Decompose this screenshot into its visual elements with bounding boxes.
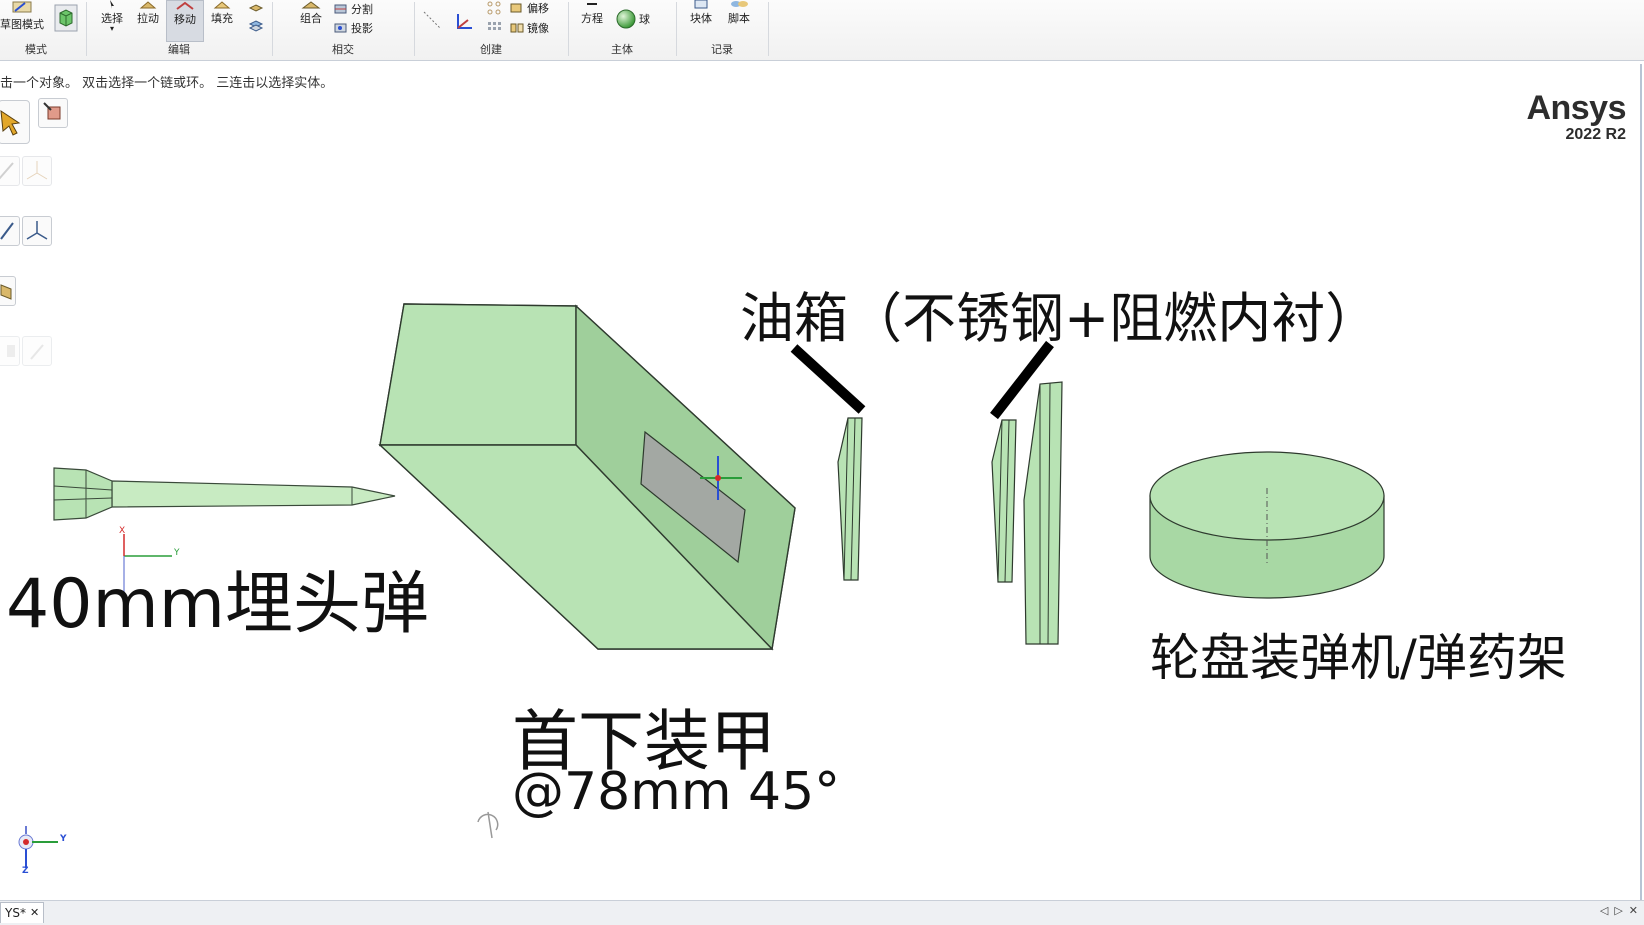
fill-label: 填充 <box>211 12 233 25</box>
equation-icon <box>587 3 597 5</box>
autoloader-label: 轮盘装弹机/弹药架 <box>1150 629 1567 687</box>
split-label: 分割 <box>351 3 373 16</box>
offset-icon <box>510 3 522 13</box>
close-tab-icon[interactable]: ✕ <box>30 903 39 923</box>
projectile-label: 40mm埋头弹 <box>6 565 430 644</box>
fuel-tank-plate-2[interactable] <box>991 419 1017 583</box>
fill-icon <box>213 1 231 9</box>
group-divider <box>86 2 87 56</box>
project-button[interactable]: 投影 <box>334 20 373 36</box>
sketch-mode-button[interactable]: 草图模式 <box>0 0 44 36</box>
ribbon-toolbar: 草图模式 模式 选择 ▾ 拉动 移动 填充 编辑 组合 分割 投影 相交 偏移 … <box>0 0 1644 61</box>
mirror-icon <box>510 23 524 33</box>
stack-tools-icon[interactable] <box>248 2 264 34</box>
arrow-cursor-icon <box>110 0 114 9</box>
ribbon-group-label: 主体 <box>611 43 633 56</box>
combine-icon <box>301 1 321 9</box>
document-tab-bar: YS* ✕ ◁ ▷ ✕ <box>0 900 1644 925</box>
ribbon-group-create: 偏移 镜像 创建 <box>416 0 566 60</box>
script-icon <box>731 1 748 7</box>
combine-button[interactable]: 组合 <box>294 0 328 40</box>
ribbon-group-label: 编辑 <box>168 43 190 56</box>
pull-label: 拉动 <box>137 12 159 25</box>
ribbon-group-label: 相交 <box>332 43 354 56</box>
fuel-tank-plate-3[interactable] <box>1023 381 1063 645</box>
pull-icon <box>139 1 157 9</box>
block-recording-button[interactable]: 块体 <box>684 0 718 40</box>
ribbon-group-edit: 选择 ▾ 拉动 移动 填充 编辑 <box>88 0 270 60</box>
armor-spec-label: @78mm 45° <box>512 762 841 822</box>
sphere-button[interactable]: 球 <box>616 9 650 29</box>
block-label: 块体 <box>690 12 712 25</box>
tab-prev-icon[interactable]: ◁ <box>1600 904 1608 917</box>
group-divider <box>568 2 569 56</box>
split-button[interactable]: 分割 <box>334 1 373 17</box>
block-icon <box>694 0 708 9</box>
ribbon-group-label: 创建 <box>480 43 502 56</box>
fuel-tank-label: 油箱（不锈钢+阻燃内衬） <box>740 287 1380 350</box>
lower-glacis-armor-model[interactable] <box>378 303 796 651</box>
sketch-mode-label: 草图模式 <box>0 18 44 31</box>
equation-button[interactable]: 方程 <box>574 0 610 40</box>
3d-viewport[interactable]: 击一个对象。 双击选择一个链或环。 三连击以选择实体。 Ansys 2022 R… <box>0 64 1642 900</box>
script-button[interactable]: 脚本 <box>722 0 756 40</box>
project-label: 投影 <box>351 22 373 35</box>
sphere-icon <box>616 9 636 29</box>
offset-label: 偏移 <box>527 2 549 15</box>
ribbon-group-body: 方程 球 主体 <box>570 0 674 60</box>
equation-label: 方程 <box>581 12 603 25</box>
tab-next-icon[interactable]: ▷ <box>1614 904 1622 917</box>
3d-mode-button[interactable] <box>52 4 80 34</box>
group-divider <box>676 2 677 56</box>
spin-cursor-icon <box>477 811 499 839</box>
document-tab[interactable]: YS* ✕ <box>0 902 45 923</box>
line-tool-icon[interactable] <box>422 10 442 30</box>
mirror-label: 镜像 <box>527 22 549 35</box>
project-icon <box>334 23 347 33</box>
ribbon-group-mode: 草图模式 模式 <box>0 0 84 60</box>
fill-button[interactable]: 填充 <box>206 0 238 40</box>
sketch-icon <box>12 1 32 13</box>
document-tab-label: YS* <box>5 906 26 920</box>
ribbon-group-label: 模式 <box>25 43 47 56</box>
sphere-label: 球 <box>639 13 650 26</box>
ribbon-group-label: 记录 <box>711 43 733 56</box>
orientation-label-z: Z <box>22 866 29 876</box>
offset-button[interactable]: 偏移 <box>510 0 549 16</box>
triad-label-x: X <box>119 526 126 536</box>
group-divider <box>768 2 769 56</box>
pattern-tool-icon[interactable] <box>486 0 502 36</box>
ribbon-group-intersect: 组合 分割 投影 相交 <box>274 0 412 60</box>
dropdown-arrow-icon[interactable]: ▾ <box>94 25 130 33</box>
combine-label: 组合 <box>300 12 322 25</box>
select-button[interactable]: 选择 ▾ <box>94 0 130 40</box>
move-icon <box>176 1 194 10</box>
callout-line-left <box>790 344 866 414</box>
cube-icon <box>54 4 78 32</box>
script-label: 脚本 <box>728 12 750 25</box>
orientation-label-y: Y <box>60 834 67 844</box>
mirror-button[interactable]: 镜像 <box>510 20 549 36</box>
orientation-triad[interactable] <box>18 826 58 868</box>
axis-tool-icon[interactable] <box>454 12 474 32</box>
group-divider <box>414 2 415 56</box>
group-divider <box>272 2 273 56</box>
projectile-model[interactable] <box>53 467 396 521</box>
split-icon <box>334 4 347 14</box>
move-button[interactable]: 移动 <box>166 0 204 42</box>
close-all-icon[interactable]: ✕ <box>1629 904 1638 917</box>
tab-navigation: ◁ ▷ ✕ <box>1600 904 1638 917</box>
move-label: 移动 <box>174 13 196 26</box>
pull-button[interactable]: 拉动 <box>132 0 164 40</box>
fuel-tank-plate-1[interactable] <box>837 417 863 581</box>
ribbon-group-record: 块体 脚本 记录 <box>678 0 766 60</box>
autoloader-carousel-model[interactable] <box>1149 451 1385 599</box>
